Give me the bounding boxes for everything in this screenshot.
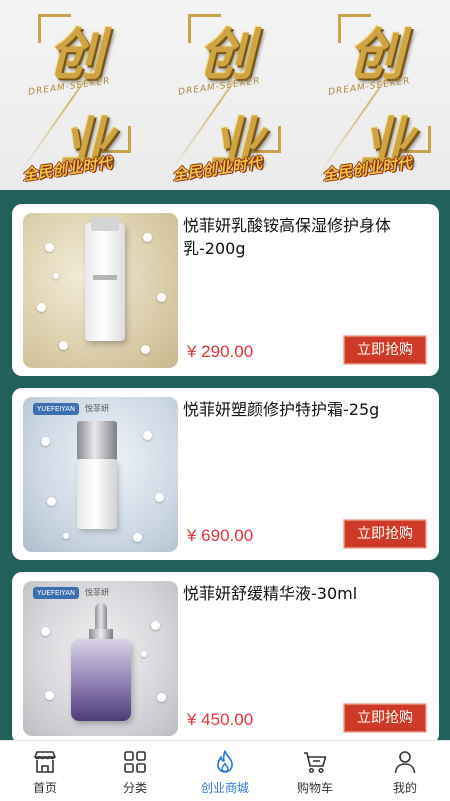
buy-now-button[interactable]: 立即抢购 xyxy=(343,703,427,733)
nav-label: 购物车 xyxy=(296,781,333,795)
product-title[interactable]: 悦菲妍舒缓精华液-30ml xyxy=(183,582,433,605)
product-image[interactable] xyxy=(23,213,178,368)
product-price: ¥ 450.00 xyxy=(187,710,254,729)
nav-label: 创业商城 xyxy=(200,781,249,795)
banner-slogan: 全民创业时代 xyxy=(171,153,263,185)
bottom-nav: 首页 分类 创业商城 购物车 我的 xyxy=(0,740,450,801)
flame-icon xyxy=(217,750,233,773)
product-price: ¥ 690.00 xyxy=(187,526,254,545)
buy-now-button[interactable]: 立即抢购 xyxy=(343,335,427,365)
banner-tile: 创 DREAM-SEEKER 业 全民创业时代 xyxy=(150,0,300,190)
product-card[interactable]: YUEFEIYAN 悦菲妍 悦菲妍舒缓精华液-30ml ¥ 450.00 立即抢… xyxy=(12,572,439,744)
nav-label: 分类 xyxy=(122,781,147,795)
nav-item-venture-mall[interactable]: 创业商城 xyxy=(180,741,270,801)
product-title[interactable]: 悦菲妍塑颜修护特护霜-25g xyxy=(183,398,433,421)
nav-label: 首页 xyxy=(32,781,57,795)
product-image[interactable]: YUEFEIYAN 悦菲妍 xyxy=(23,397,178,552)
brand-chip: YUEFEIYAN xyxy=(33,587,80,599)
nav-item-category[interactable]: 分类 xyxy=(90,741,180,801)
promo-banner[interactable]: 创 DREAM-SEEKER 业 全民创业时代 创 DREAM-SEEKER 业… xyxy=(0,0,450,190)
product-price: ¥ 290.00 xyxy=(187,342,254,361)
store-icon xyxy=(34,751,56,773)
brand-name: 悦菲妍 xyxy=(85,588,109,597)
banner-slogan: 全民创业时代 xyxy=(21,153,113,185)
banner-tile: 创 DREAM-SEEKER 业 全民创业时代 xyxy=(0,0,150,190)
nav-label: 我的 xyxy=(392,781,417,795)
banner-tile: 创 DREAM-SEEKER 业 全民创业时代 xyxy=(300,0,450,190)
product-card[interactable]: 悦菲妍乳酸铵高保湿修护身体乳-200g ¥ 290.00 立即抢购 xyxy=(12,204,439,376)
product-card[interactable]: YUEFEIYAN 悦菲妍 悦菲妍塑颜修护特护霜-25g ¥ 690.00 立即… xyxy=(12,388,439,560)
brand-name: 悦菲妍 xyxy=(85,404,109,413)
nav-item-cart[interactable]: 购物车 xyxy=(270,741,360,801)
product-title[interactable]: 悦菲妍乳酸铵高保湿修护身体乳-200g xyxy=(183,214,433,260)
grid-icon xyxy=(124,751,146,773)
buy-now-button[interactable]: 立即抢购 xyxy=(343,519,427,549)
product-image[interactable]: YUEFEIYAN 悦菲妍 xyxy=(23,581,178,736)
user-icon xyxy=(394,751,416,774)
nav-item-home[interactable]: 首页 xyxy=(0,741,90,801)
brand-chip: YUEFEIYAN xyxy=(33,403,80,415)
nav-item-profile[interactable]: 我的 xyxy=(360,741,450,801)
cart-icon xyxy=(304,752,327,774)
banner-slogan: 全民创业时代 xyxy=(321,153,413,185)
